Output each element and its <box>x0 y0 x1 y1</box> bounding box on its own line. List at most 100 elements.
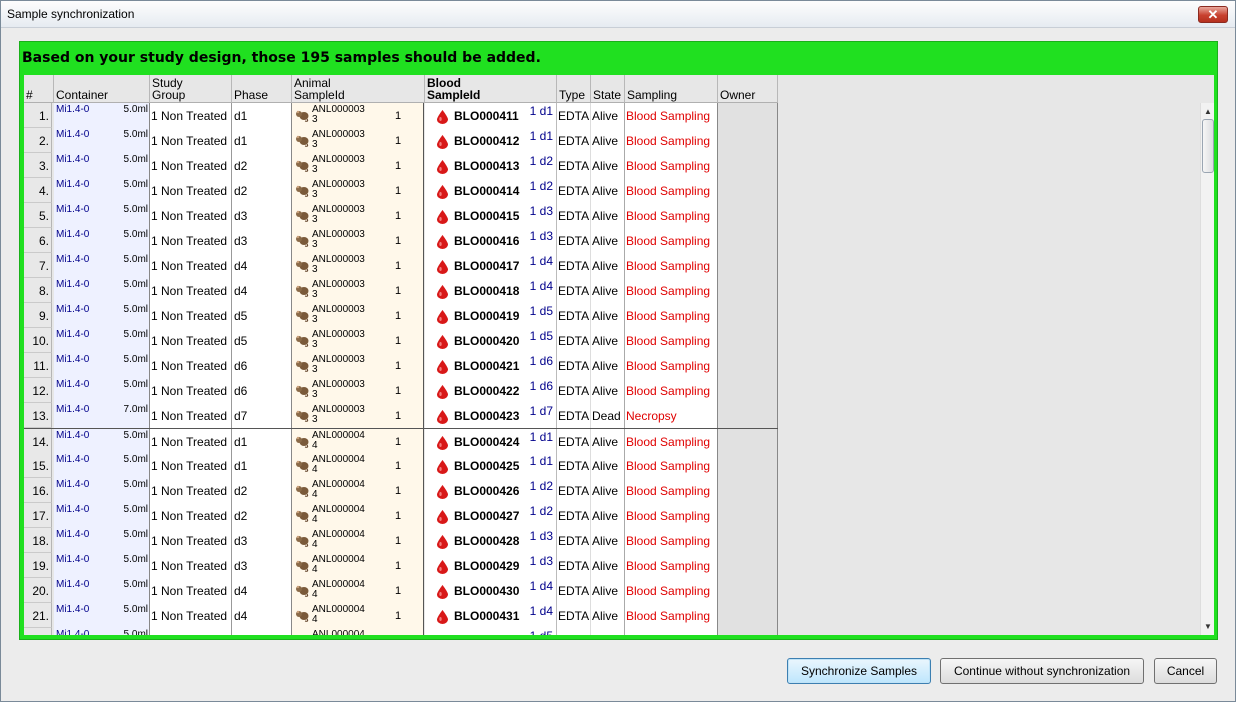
container-cell[interactable]: Mi1.4-0 5.0ml <box>54 603 150 628</box>
blood-sample-cell[interactable]: BLO000420 1 d5 <box>425 328 557 353</box>
animal-cell[interactable]: ANL0000044 1 <box>292 503 424 528</box>
sampling-cell[interactable]: Blood Sampling <box>625 453 718 478</box>
header-num[interactable]: # <box>24 75 54 103</box>
study-group-cell[interactable]: 1 Non Treated <box>150 203 232 228</box>
phase-cell[interactable]: d3 <box>232 528 292 553</box>
phase-cell[interactable]: d1 <box>232 128 292 153</box>
phase-cell[interactable]: d5 <box>232 303 292 328</box>
table-row[interactable]: 22.Mi1.4-05.0ml1 Non Treatedd5ANL0000044… <box>24 628 778 635</box>
sampling-cell[interactable]: Blood Sampling <box>625 303 718 328</box>
table-row[interactable]: 21. Mi1.4-0 5.0ml 1 Non Treated d4 ANL000004 4… <box>24 603 778 628</box>
state-cell[interactable]: Alive <box>591 353 625 378</box>
animal-cell[interactable]: ANL000003 3 1 <box>292 328 424 353</box>
table-row[interactable]: 7. Mi1.4-0 5.0ml 1 Non Treated d4 ANL000003 3 1… <box>24 253 778 278</box>
header-study-group[interactable]: Study Group <box>150 75 232 103</box>
blood-sample-cell[interactable]: BLO000412 1 d1 <box>425 128 557 153</box>
state-cell[interactable]: Alive <box>591 303 625 328</box>
phase-cell[interactable]: d5 <box>232 328 292 353</box>
animal-cell[interactable]: ANL0000044 1 <box>292 478 424 503</box>
phase-cell[interactable]: d1 <box>232 429 292 454</box>
sampling-cell[interactable]: Blood Sampling <box>625 228 718 253</box>
animal-cell[interactable]: ANL000003 3 1 <box>292 378 424 403</box>
study-group-cell[interactable]: 1 Non Treated <box>150 429 232 454</box>
blood-sample-cell[interactable]: BLO000429 1 d3 <box>425 553 557 578</box>
type-cell[interactable]: EDTA <box>557 628 591 635</box>
owner-cell[interactable] <box>718 478 778 503</box>
type-cell[interactable]: EDTA <box>557 103 591 128</box>
phase-cell[interactable]: d4 <box>232 278 292 303</box>
table-row[interactable]: 13. Mi1.4-0 7.0ml 1 Non Treated d7 ANL000003 3… <box>24 403 778 428</box>
table-row[interactable]: 4. Mi1.4-0 5.0ml 1 Non Treated d2 ANL000003 3 1… <box>24 178 778 203</box>
sampling-cell[interactable]: Necropsy <box>625 403 718 428</box>
type-cell[interactable]: EDTA <box>557 553 591 578</box>
type-cell[interactable]: EDTA <box>557 603 591 628</box>
state-cell[interactable]: Dead <box>591 403 625 428</box>
sampling-cell[interactable]: Blood Sampling <box>625 553 718 578</box>
type-cell[interactable]: EDTA <box>557 128 591 153</box>
study-group-cell[interactable]: 1 Non Treated <box>150 353 232 378</box>
container-cell[interactable]: Mi1.4-0 5.0ml <box>54 453 150 478</box>
header-sampling[interactable]: Sampling <box>625 75 718 103</box>
sampling-cell[interactable]: Blood Sampling <box>625 103 718 128</box>
owner-cell[interactable] <box>718 378 778 403</box>
type-cell[interactable]: EDTA <box>557 328 591 353</box>
study-group-cell[interactable]: 1 Non Treated <box>150 628 232 635</box>
owner-cell[interactable] <box>718 128 778 153</box>
phase-cell[interactable]: d3 <box>232 228 292 253</box>
type-cell[interactable]: EDTA <box>557 429 591 454</box>
study-group-cell[interactable]: 1 Non Treated <box>150 478 232 503</box>
state-cell[interactable]: Alive <box>591 178 625 203</box>
state-cell[interactable]: Alive <box>591 628 625 635</box>
container-cell[interactable]: Mi1.4-0 5.0ml <box>54 153 150 178</box>
sampling-cell[interactable]: Blood Sampling <box>625 378 718 403</box>
animal-cell[interactable]: ANL0000044 1 <box>292 429 424 454</box>
study-group-cell[interactable]: 1 Non Treated <box>150 178 232 203</box>
state-cell[interactable]: Alive <box>591 278 625 303</box>
blood-sample-cell[interactable]: BLO000430 1 d4 <box>425 578 557 603</box>
sampling-cell[interactable]: Blood Sampling <box>625 478 718 503</box>
header-state[interactable]: State <box>591 75 625 103</box>
container-cell[interactable]: Mi1.4-0 5.0ml <box>54 528 150 553</box>
phase-cell[interactable]: d1 <box>232 103 292 128</box>
blood-sample-cell[interactable]: BLO000424 1 d1 <box>425 429 557 454</box>
study-group-cell[interactable]: 1 Non Treated <box>150 128 232 153</box>
blood-sample-cell[interactable]: BLO000411 1 d1 <box>425 103 557 128</box>
type-cell[interactable]: EDTA <box>557 228 591 253</box>
phase-cell[interactable]: d6 <box>232 378 292 403</box>
container-cell[interactable]: Mi1.4-0 5.0ml <box>54 128 150 153</box>
blood-sample-cell[interactable]: BLO000427 1 d2 <box>425 503 557 528</box>
header-blood[interactable]: Blood SampleId <box>425 75 557 103</box>
scroll-down-icon[interactable]: ▼ <box>1201 620 1214 633</box>
type-cell[interactable]: EDTA <box>557 578 591 603</box>
scroll-up-icon[interactable]: ▲ <box>1201 105 1214 118</box>
owner-cell[interactable] <box>718 603 778 628</box>
header-type[interactable]: Type <box>557 75 591 103</box>
study-group-cell[interactable]: 1 Non Treated <box>150 578 232 603</box>
phase-cell[interactable]: d4 <box>232 578 292 603</box>
phase-cell[interactable]: d2 <box>232 153 292 178</box>
state-cell[interactable]: Alive <box>591 578 625 603</box>
animal-cell[interactable]: ANL000003 3 1 <box>292 203 424 228</box>
header-container[interactable]: Container <box>54 75 150 103</box>
owner-cell[interactable] <box>718 278 778 303</box>
type-cell[interactable]: EDTA <box>557 528 591 553</box>
state-cell[interactable]: Alive <box>591 429 625 454</box>
table-row[interactable]: 3. Mi1.4-0 5.0ml 1 Non Treated d2 ANL000003 3 1… <box>24 153 778 178</box>
owner-cell[interactable] <box>718 228 778 253</box>
study-group-cell[interactable]: 1 Non Treated <box>150 528 232 553</box>
animal-cell[interactable]: ANL000003 3 1 <box>292 153 424 178</box>
table-row[interactable]: 12. Mi1.4-0 5.0ml 1 Non Treated d6 ANL000003 3… <box>24 378 778 403</box>
table-row[interactable]: 15. Mi1.4-0 5.0ml 1 Non Treated d1 ANL000004 4… <box>24 453 778 478</box>
study-group-cell[interactable]: 1 Non Treated <box>150 153 232 178</box>
blood-sample-cell[interactable]: BLO000415 1 d3 <box>425 203 557 228</box>
continue-without-sync-button[interactable]: Continue without synchronization <box>940 658 1144 684</box>
owner-cell[interactable] <box>718 553 778 578</box>
container-cell[interactable]: Mi1.4-0 5.0ml <box>54 553 150 578</box>
container-cell[interactable]: Mi1.4-0 5.0ml <box>54 253 150 278</box>
type-cell[interactable]: EDTA <box>557 453 591 478</box>
state-cell[interactable]: Alive <box>591 528 625 553</box>
study-group-cell[interactable]: 1 Non Treated <box>150 603 232 628</box>
type-cell[interactable]: EDTA <box>557 478 591 503</box>
animal-cell[interactable]: ANL0000044 1 <box>292 528 424 553</box>
vertical-scrollbar[interactable]: ▲ ▼ <box>1200 103 1214 635</box>
